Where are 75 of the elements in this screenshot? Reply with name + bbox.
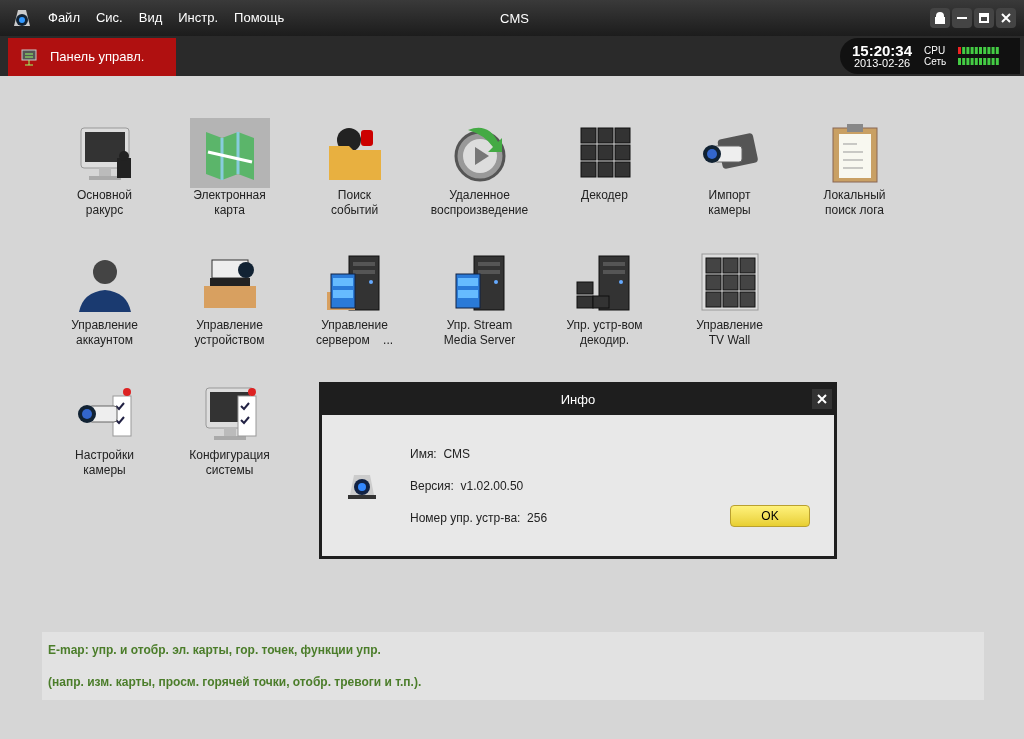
module-tile[interactable]: Электронная карта bbox=[167, 118, 292, 218]
menu-item[interactable]: Вид bbox=[138, 8, 163, 28]
meter-label: CPU bbox=[924, 45, 947, 56]
module-tile[interactable]: Конфигурация системы bbox=[167, 378, 292, 478]
menu-item[interactable]: Инстр. bbox=[178, 8, 219, 28]
info-text: Номер упр. устр-ва: 256 bbox=[410, 509, 548, 527]
module-tile[interactable]: Настройки камеры bbox=[42, 378, 167, 478]
module-label: Упр. Stream bbox=[446, 318, 513, 333]
module-label: ракурс bbox=[85, 203, 124, 218]
module-label: устройством bbox=[194, 333, 265, 348]
module-tile[interactable]: Управление устройством bbox=[167, 248, 292, 348]
module-label: Поиск bbox=[337, 188, 372, 203]
module-tile[interactable]: Управление аккаунтом bbox=[42, 248, 167, 348]
module-label: Управление bbox=[71, 318, 138, 333]
control-panel-tab[interactable]: Панель управл. bbox=[8, 38, 176, 76]
menu-item[interactable]: Сис. bbox=[95, 8, 123, 28]
module-tile[interactable]: Упр. устр-вом декодир. bbox=[542, 248, 667, 348]
module-tile[interactable]: Основной ракурс bbox=[42, 118, 167, 218]
info-text: Имя: CMS bbox=[410, 445, 472, 463]
module-label: Локальный bbox=[823, 188, 886, 203]
ok-button[interactable]: OK bbox=[730, 504, 810, 527]
module-tile[interactable]: Поиск событий bbox=[292, 118, 417, 218]
module-label: Media Server bbox=[443, 333, 516, 348]
minimize-button[interactable] bbox=[952, 8, 972, 28]
board-icon bbox=[20, 48, 38, 66]
lock-button[interactable] bbox=[930, 8, 950, 28]
close-icon bbox=[1001, 13, 1011, 23]
close-button[interactable] bbox=[996, 8, 1016, 28]
module-label: поиск лога bbox=[824, 203, 885, 218]
module-label: сервером ... bbox=[315, 333, 394, 348]
clock-date: 2013-02-26 bbox=[853, 58, 911, 69]
module-label: Удаленное bbox=[449, 188, 510, 203]
meter-bars-icon bbox=[958, 47, 1001, 54]
description-text: E-map: упр. и отобр. эл. карты, гор. точек, функции упр. bbox=[48, 642, 382, 659]
module-label: аккаунтом bbox=[76, 333, 133, 348]
module-label: Электронная bbox=[193, 188, 266, 203]
module-label: Упр. устр-вом bbox=[566, 318, 643, 333]
module-label: камеры bbox=[83, 463, 126, 478]
module-label: декодир. bbox=[579, 333, 630, 348]
module-tile[interactable]: Декодер bbox=[542, 118, 667, 218]
module-label: камеры bbox=[708, 203, 751, 218]
menu-item[interactable]: Помощь bbox=[234, 8, 285, 28]
module-tile[interactable]: Управление сервером ... bbox=[292, 248, 417, 348]
module-label: Настройки bbox=[75, 448, 134, 463]
module-label: Конфигурация bbox=[189, 448, 270, 463]
module-label: воспроизведение bbox=[430, 203, 529, 218]
module-tile[interactable]: Удаленное воспроизведение bbox=[417, 118, 542, 218]
clock-time: 15:20:34 bbox=[852, 43, 913, 58]
description-text: (напр. изм. карты, просм. горячей точки, отобр. тревоги и т.п.). bbox=[48, 674, 423, 691]
window-title: CMS bbox=[500, 10, 529, 28]
module-label: событий bbox=[330, 203, 379, 218]
module-tile[interactable]: Управление TV Wall bbox=[667, 248, 792, 348]
close-icon bbox=[816, 393, 828, 405]
module-label: системы bbox=[205, 463, 254, 478]
module-label: Управление bbox=[196, 318, 263, 333]
close-button[interactable] bbox=[812, 389, 832, 409]
module-label: карта bbox=[214, 203, 245, 218]
module-label: Декодер bbox=[581, 188, 628, 203]
maximize-icon bbox=[979, 13, 989, 23]
info-text: Версия: v1.02.00.50 bbox=[410, 477, 525, 495]
module-label: Управление bbox=[321, 318, 388, 333]
meter-bars-icon bbox=[958, 58, 1001, 65]
module-label: Управление bbox=[696, 318, 763, 333]
lock-icon bbox=[934, 12, 946, 24]
module-label: Основной bbox=[77, 188, 132, 203]
module-label: Импорт bbox=[708, 188, 751, 203]
module-label: TV Wall bbox=[708, 333, 751, 348]
maximize-button[interactable] bbox=[974, 8, 994, 28]
dialog-title: Инфо bbox=[560, 391, 596, 410]
module-tile[interactable]: Локальный поиск лога bbox=[792, 118, 917, 218]
minimize-icon bbox=[957, 17, 967, 19]
module-tile[interactable]: Импорт камеры bbox=[667, 118, 792, 218]
menu-item[interactable]: Файл bbox=[48, 8, 80, 28]
meter-label: Сеть bbox=[924, 56, 948, 67]
module-tile[interactable]: Упр. Stream Media Server bbox=[417, 248, 542, 348]
